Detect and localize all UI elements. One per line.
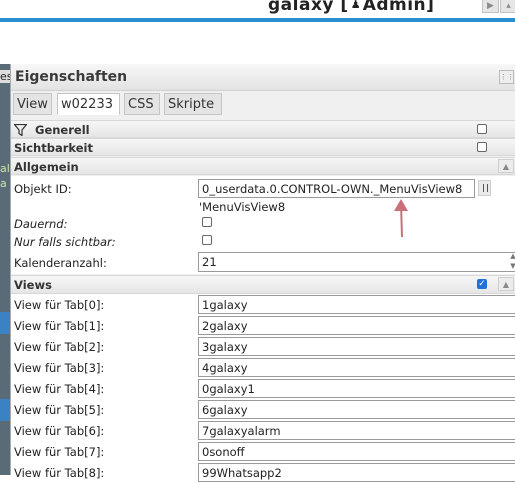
view-tab-row: View für Tab[3]: 4galaxy <box>11 357 515 378</box>
group-generell-checkbox[interactable] <box>477 124 487 134</box>
view-tab-row: View für Tab[7]: 0sonoff <box>11 441 515 462</box>
view-tab-input[interactable]: 3galaxy <box>198 337 515 356</box>
dauernd-label: Dauernd: <box>14 217 68 231</box>
view-tab-input[interactable]: 0sonoff <box>198 442 515 461</box>
view-tab-row: View für Tab[5]: 6galaxy <box>11 399 515 420</box>
group-sichtbarkeit-checkbox[interactable] <box>477 142 487 152</box>
properties-panel: Eigenschaften ⋮⋮ View w02233 CSS Skripte… <box>10 64 515 483</box>
view-tab-row: View für Tab[1]: 2galaxy <box>11 315 515 336</box>
group-views-checkbox[interactable]: ✓ <box>477 279 487 289</box>
objekt-id-label: Objekt ID: <box>14 182 72 196</box>
panel-menu-icon[interactable]: ⋮⋮ <box>499 70 514 84</box>
left-pane-edge: es al a <box>0 64 10 475</box>
view-tab-label: View für Tab[1]: <box>14 319 105 333</box>
prop-nur-falls-sichtbar: Nur falls sichtbar: <box>11 232 515 250</box>
group-generell[interactable]: Generell <box>11 120 515 138</box>
panel-header: Eigenschaften ⋮⋮ <box>11 64 515 91</box>
app-header: galaxy [♟Admin] ▶ ▴ <box>0 0 515 24</box>
group-generell-label: Generell <box>14 123 90 137</box>
spin-up-icon[interactable]: ▲ <box>509 252 515 261</box>
panel-title: Eigenschaften <box>15 69 128 85</box>
view-tab-row: View für Tab[0]: 1galaxy <box>11 294 515 315</box>
view-tab-input[interactable]: 2galaxy <box>198 316 515 335</box>
spin-down-icon[interactable]: ▼ <box>509 262 515 271</box>
objekt-id-input[interactable]: 0_userdata.0.CONTROL-OWN._MenuVisView8 <box>198 179 475 198</box>
dauernd-checkbox[interactable] <box>202 217 212 227</box>
left-pane-text: a <box>0 177 7 190</box>
view-tab-row: View für Tab[8]: 99Whatsapp2 <box>11 462 515 483</box>
view-tab-label: View für Tab[8]: <box>14 466 105 480</box>
group-views[interactable]: Views ✓ ▲ <box>11 275 515 294</box>
title-prefix: galaxy [ <box>268 0 349 15</box>
left-pane-highlight <box>0 312 10 334</box>
title-user: Admin <box>362 0 427 15</box>
filter-icon <box>14 124 27 136</box>
collapse-allgemein-icon[interactable]: ▲ <box>498 159 514 173</box>
header-accent-line <box>0 18 515 22</box>
prop-kalenderanzahl: Kalenderanzahl: 21 ▲ ▼ <box>11 250 515 274</box>
window-play-button[interactable]: ▶ <box>482 0 499 13</box>
group-sichtbarkeit[interactable]: Sichtbarkeit <box>11 138 515 156</box>
view-tab-label: View für Tab[2]: <box>14 340 105 354</box>
left-pane-highlight <box>0 399 10 421</box>
object-browser-button[interactable] <box>478 180 491 196</box>
view-tab-label: View für Tab[7]: <box>14 445 105 459</box>
view-tab-input[interactable]: 7galaxyalarm <box>198 421 515 440</box>
view-tab-input[interactable]: 0galaxy1 <box>198 379 515 398</box>
kalenderanzahl-input[interactable]: 21 <box>198 252 515 272</box>
left-pane-text: es <box>0 70 10 83</box>
panel-tabs: View w02233 CSS Skripte <box>11 91 515 116</box>
tab-css[interactable]: CSS <box>124 93 160 115</box>
view-tab-input[interactable]: 4galaxy <box>198 358 515 377</box>
view-tab-input[interactable]: 1galaxy <box>198 295 515 314</box>
kalenderanzahl-label: Kalenderanzahl: <box>14 256 107 270</box>
group-allgemein[interactable]: Allgemein ▲ <box>11 157 515 175</box>
nur-falls-sichtbar-label: Nur falls sichtbar: <box>14 235 116 249</box>
prop-dauernd: Dauernd: <box>11 215 515 232</box>
view-tab-label: View für Tab[5]: <box>14 403 105 417</box>
app-title: galaxy [♟Admin] <box>268 0 434 15</box>
view-tab-label: View für Tab[3]: <box>14 361 105 375</box>
prop-objekt-id: Objekt ID: 0_userdata.0.CONTROL-OWN._Men… <box>11 176 515 200</box>
left-pane-text: al <box>0 162 10 175</box>
view-tab-input[interactable]: 6galaxy <box>198 400 515 419</box>
tab-view[interactable]: View <box>13 93 52 115</box>
view-tab-row: View für Tab[4]: 0galaxy1 <box>11 378 515 399</box>
group-generell-text: Generell <box>35 123 90 137</box>
tab-scripts[interactable]: Skripte <box>164 93 222 115</box>
objekt-id-hint-row: 'MenuVisView8 <box>11 200 515 215</box>
object-browser-icon <box>483 184 488 192</box>
tab-widget[interactable]: w02233 <box>57 93 120 115</box>
window-expand-button[interactable]: ▴ <box>500 0 515 13</box>
view-tab-label: View für Tab[4]: <box>14 382 105 396</box>
annotation-arrow-icon <box>394 199 408 238</box>
group-allgemein-label: Allgemein <box>14 160 79 174</box>
nur-falls-sichtbar-checkbox[interactable] <box>202 235 212 245</box>
view-tab-row: View für Tab[2]: 3galaxy <box>11 336 515 357</box>
objekt-id-hint: 'MenuVisView8 <box>199 200 286 214</box>
view-tab-input[interactable]: 99Whatsapp2 <box>198 463 515 482</box>
user-icon: ♟ <box>350 0 362 11</box>
view-tab-row: View für Tab[6]: 7galaxyalarm <box>11 420 515 441</box>
view-tab-label: View für Tab[0]: <box>14 298 105 312</box>
title-suffix: ] <box>426 0 435 15</box>
group-sichtbarkeit-label: Sichtbarkeit <box>14 141 93 155</box>
toolbar-area <box>0 24 515 64</box>
group-views-label: Views <box>14 278 52 292</box>
view-tab-label: View für Tab[6]: <box>14 424 105 438</box>
collapse-views-icon[interactable]: ▲ <box>498 277 514 291</box>
